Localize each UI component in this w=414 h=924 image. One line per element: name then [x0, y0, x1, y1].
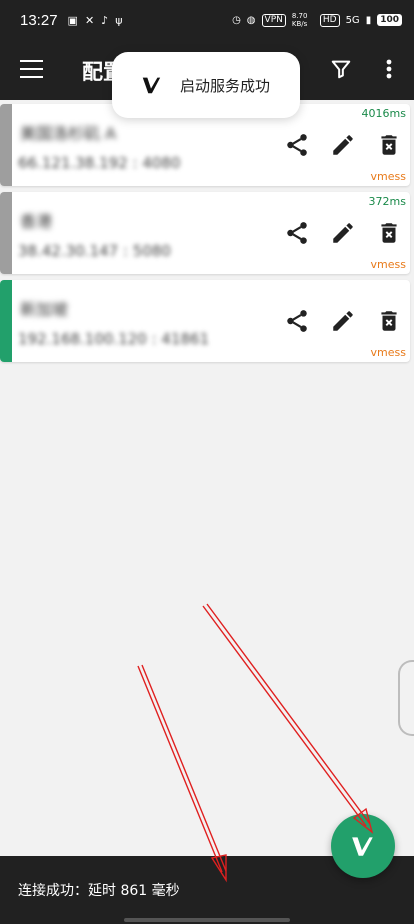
share-icon[interactable] — [284, 132, 310, 158]
status-bar: 13:27 ▣ ✕ ♪ ψ ◷ ◍ VPN 8.70 KB/s HD 5G ▮ … — [0, 0, 414, 40]
bell-icon: ♪ — [101, 13, 109, 27]
connection-status-text: 连接成功：延时 861 毫秒 — [18, 883, 180, 899]
server-item[interactable]: 香港 38.42.30.147 : 5080 372ms vmess — [0, 192, 410, 274]
toast-text: 启动服务成功 — [180, 76, 271, 95]
edit-icon[interactable] — [330, 220, 356, 246]
battery-level: 100 — [377, 14, 402, 26]
selection-indicator — [0, 192, 12, 274]
notification-icons: ▣ ✕ ♪ ψ — [68, 14, 123, 27]
connect-fab-button[interactable] — [331, 814, 395, 878]
server-address: 66.121.38.192 : 4080 — [18, 154, 181, 172]
signal-icon: ▮ — [365, 14, 372, 26]
server-delay: 372ms — [368, 195, 406, 208]
delete-icon[interactable] — [376, 132, 402, 158]
edit-icon[interactable] — [330, 132, 356, 158]
server-address: 38.42.30.147 : 5080 — [18, 242, 171, 260]
delete-icon[interactable] — [376, 308, 402, 334]
selection-indicator — [0, 104, 12, 186]
system-icons: ◷ ◍ VPN 8.70 KB/s HD 5G ▮ 100 — [232, 12, 402, 28]
server-name: 香港 — [20, 212, 53, 231]
selection-indicator — [0, 280, 12, 362]
server-name: 美国洛杉矶 A — [20, 124, 117, 143]
menu-icon[interactable] — [20, 60, 43, 78]
annotation-arrow — [137, 664, 227, 883]
network-type: 5G — [345, 14, 360, 26]
share-icon[interactable] — [284, 220, 310, 246]
delete-icon[interactable] — [376, 220, 402, 246]
server-type: vmess — [370, 258, 406, 271]
status-time: 13:27 — [20, 11, 58, 29]
server-type: vmess — [370, 170, 406, 183]
server-type: vmess — [370, 346, 406, 359]
bell-off-icon: ◍ — [246, 14, 256, 26]
hd-icon: HD — [319, 13, 340, 27]
more-vert-icon[interactable] — [384, 58, 394, 80]
annotation-arrow — [202, 603, 374, 834]
filter-icon[interactable] — [330, 58, 352, 80]
v2ray-logo-icon — [142, 77, 161, 94]
mute-icon: ✕ — [84, 13, 95, 27]
server-delay: 4016ms — [361, 107, 406, 120]
edge-panel-handle[interactable] — [398, 660, 414, 736]
edit-icon[interactable] — [330, 308, 356, 334]
server-item-selected[interactable]: 新加坡 192.168.100.120 : 41861 vmess — [0, 280, 410, 362]
gesture-nav-bar[interactable] — [124, 918, 290, 922]
vpn-badge: VPN — [261, 13, 286, 27]
usb-icon: ψ — [115, 13, 123, 27]
server-name: 新加坡 — [20, 300, 69, 319]
share-icon[interactable] — [284, 308, 310, 334]
v2ray-logo-icon — [352, 837, 373, 856]
network-speed: 8.70 KB/s — [291, 12, 308, 28]
alarm-icon: ◷ — [232, 14, 241, 26]
toast-message: 启动服务成功 — [112, 52, 300, 118]
server-address: 192.168.100.120 : 41861 — [18, 330, 210, 348]
clipboard-icon: ▣ — [67, 13, 78, 27]
